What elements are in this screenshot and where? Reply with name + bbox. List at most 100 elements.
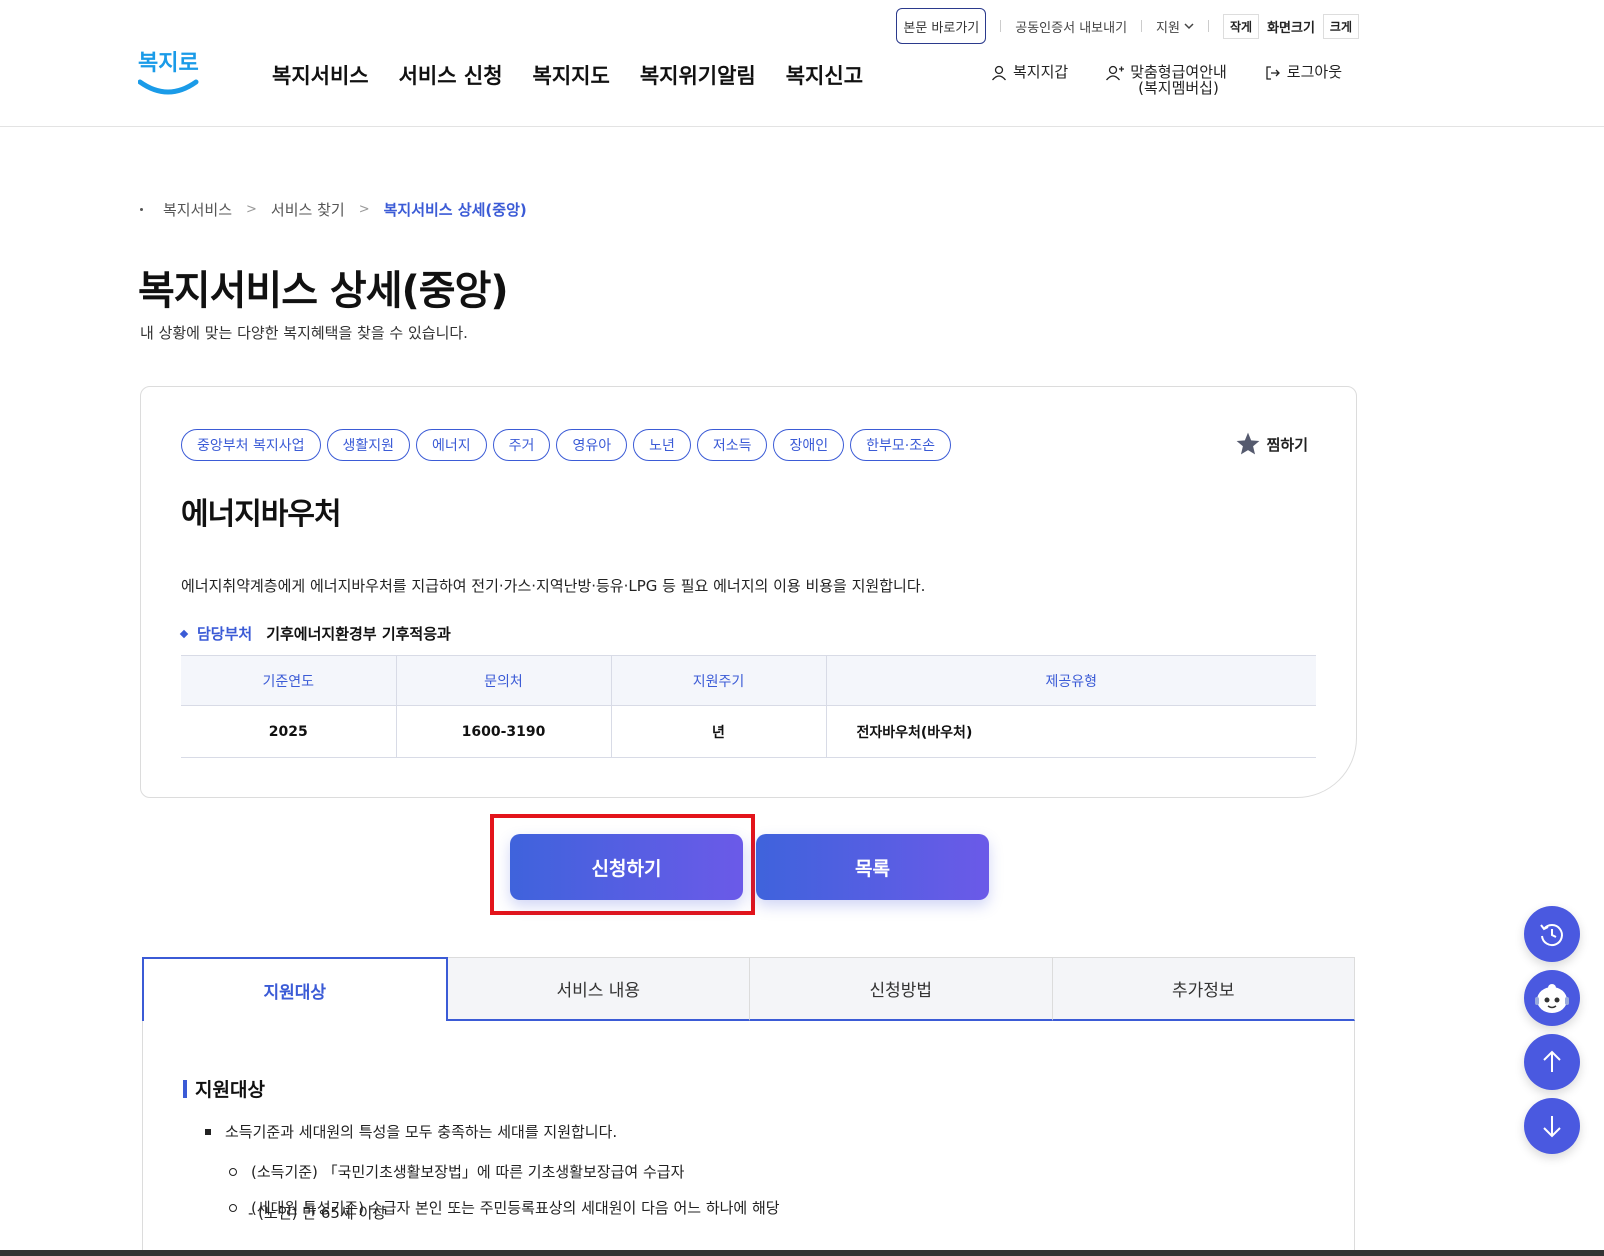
detail-tabs: 지원대상 서비스 내용 신청방법 추가정보 <box>142 957 1355 1021</box>
table-header-cell: 지원주기 <box>611 655 827 706</box>
diamond-bullet-icon <box>179 629 189 638</box>
header-divider <box>0 126 1604 127</box>
service-card: 중앙부처 복지사업 생활지원 에너지 주거 영유아 노년 저소득 장애인 한부모… <box>140 386 1357 798</box>
recent-view-button[interactable] <box>1524 906 1580 962</box>
logo-icon: 복지로 <box>137 51 199 95</box>
scroll-top-button[interactable] <box>1524 1034 1580 1090</box>
table-header-row: 기준연도 문의처 지원주기 제공유형 <box>181 655 1316 706</box>
gnb-welfare-map[interactable]: 복지지도 <box>533 60 610 90</box>
arrow-up-icon <box>1543 1050 1561 1072</box>
tag[interactable]: 장애인 <box>773 429 845 461</box>
text-size-label: 화면크기 <box>1267 20 1315 36</box>
table-row: 2025 1600-3190 년 전자바우처(바우처) <box>181 705 1316 758</box>
chevron-right-icon: > <box>246 202 257 217</box>
department-row: 담당부처 기후에너지환경부 기후적응과 <box>179 623 451 644</box>
history-icon <box>1540 924 1563 947</box>
membership-label-2: (복지멤버십) <box>1138 79 1219 97</box>
circle-bullet-icon <box>229 1203 237 1212</box>
welfare-wallet-link[interactable]: 복지지갑 <box>991 64 1068 81</box>
title-bar-icon <box>183 1079 187 1098</box>
divider <box>1000 20 1002 32</box>
tag[interactable]: 한부모·조손 <box>850 429 951 461</box>
breadcrumb-item[interactable]: 복지서비스 <box>163 199 232 220</box>
home-dot-icon <box>140 208 143 211</box>
chatbot-icon <box>1535 984 1569 1013</box>
list-item-text: (소득기준) 「국민기초생활보장법」에 따른 기초생활보장급여 수급자 <box>251 1163 685 1181</box>
tag[interactable]: 영유아 <box>556 429 628 461</box>
breadcrumb-item[interactable]: 서비스 찾기 <box>271 199 345 220</box>
department-label: 담당부처 <box>197 625 253 643</box>
svg-text:복지로: 복지로 <box>138 51 199 76</box>
section-title: 지원대상 <box>183 1075 265 1102</box>
breadcrumb: 복지서비스 > 서비스 찾기 > 복지서비스 상세(중앙) <box>140 199 527 220</box>
window-bottom-edge <box>0 1250 1604 1256</box>
text-large-button[interactable]: 크게 <box>1322 13 1359 39</box>
support-dropdown[interactable]: 지원 <box>1156 17 1194 36</box>
membership-label-1: 맞춤형급여안내 <box>1130 63 1227 81</box>
cert-export-link[interactable]: 공동인증서 내보내기 <box>1015 17 1127 36</box>
favorite-label: 찜하기 <box>1266 435 1308 454</box>
section-title-text: 지원대상 <box>195 1079 265 1101</box>
global-nav: 복지서비스 서비스 신청 복지지도 복지위기알림 복지신고 <box>272 60 863 90</box>
table-cell: 2025 <box>181 705 397 758</box>
member-menu: 복지지갑 맞춤형급여안내 (복지멤버십) 로그아웃 <box>991 64 1342 96</box>
support-label: 지원 <box>1156 20 1180 36</box>
list-item-text: 소득기준과 세대원의 특성을 모두 충족하는 세대를 지원합니다. <box>225 1123 618 1141</box>
tab-how-to-apply[interactable]: 신청방법 <box>750 957 1053 1021</box>
service-description: 에너지취약계층에게 에너지바우처를 지급하여 전기·가스·지역난방·등유·LPG… <box>181 577 926 595</box>
chatbot-button[interactable] <box>1524 970 1580 1026</box>
tag[interactable]: 생활지원 <box>326 429 411 461</box>
list-button[interactable]: 목록 <box>756 834 989 900</box>
service-name: 에너지바우처 <box>181 497 342 532</box>
list-item-detail: - (노인) 만 65세 이상 <box>248 1204 387 1222</box>
scroll-bottom-button[interactable] <box>1524 1098 1580 1154</box>
utility-bar: 본문 바로가기 공동인증서 내보내기 지원 작게 화면크기 크게 <box>896 8 1359 44</box>
tab-service-content[interactable]: 서비스 내용 <box>447 957 750 1021</box>
tab-eligibility[interactable]: 지원대상 <box>142 957 448 1021</box>
tag[interactable]: 주거 <box>492 429 551 461</box>
table-header-cell: 기준연도 <box>181 655 397 706</box>
tag[interactable]: 중앙부처 복지사업 <box>181 429 321 461</box>
star-icon <box>1236 432 1259 455</box>
gnb-welfare-service[interactable]: 복지서비스 <box>272 60 369 90</box>
user-icon <box>991 65 1006 81</box>
service-info-table: 기준연도 문의처 지원주기 제공유형 2025 1600-3190 년 전자바우… <box>181 655 1316 758</box>
page-title: 복지서비스 상세(중앙) <box>138 268 509 314</box>
gnb-welfare-report[interactable]: 복지신고 <box>786 60 863 90</box>
table-cell: 전자바우처(바우처) <box>826 705 1316 758</box>
page-subtitle: 내 상황에 맞는 다양한 복지혜택을 찾을 수 있습니다. <box>140 324 468 342</box>
chevron-right-icon: > <box>358 202 370 217</box>
user-plus-icon <box>1106 65 1125 81</box>
membership-link[interactable]: 맞춤형급여안내 (복지멤버십) <box>1106 64 1227 96</box>
gnb-crisis-alert[interactable]: 복지위기알림 <box>640 60 756 90</box>
table-header-cell: 문의처 <box>396 655 612 706</box>
divider <box>1141 20 1143 32</box>
tag[interactable]: 저소득 <box>696 429 768 461</box>
skip-to-content-link[interactable]: 본문 바로가기 <box>896 8 987 44</box>
breadcrumb-current: 복지서비스 상세(중앙) <box>383 201 527 219</box>
tag-list: 중앙부처 복지사업 생활지원 에너지 주거 영유아 노년 저소득 장애인 한부모… <box>181 429 951 461</box>
tab-additional-info[interactable]: 추가정보 <box>1052 957 1355 1021</box>
table-header-cell: 제공유형 <box>826 655 1316 706</box>
square-bullet-icon <box>205 1128 211 1135</box>
circle-bullet-icon <box>229 1167 237 1176</box>
list-item: (소득기준) 「국민기초생활보장법」에 따른 기초생활보장급여 수급자 <box>229 1161 684 1182</box>
table-cell: 1600-3190 <box>396 705 612 758</box>
logout-icon <box>1266 66 1280 80</box>
arrow-down-icon <box>1543 1116 1561 1138</box>
list-item: 소득기준과 세대원의 특성을 모두 충족하는 세대를 지원합니다. <box>205 1121 617 1142</box>
tag[interactable]: 노년 <box>633 429 691 461</box>
text-small-button[interactable]: 작게 <box>1222 13 1260 39</box>
welfare-wallet-label: 복지지갑 <box>1012 63 1069 81</box>
apply-button[interactable]: 신청하기 <box>510 834 743 900</box>
divider <box>1207 20 1209 32</box>
tag[interactable]: 에너지 <box>416 429 487 461</box>
logout-label: 로그아웃 <box>1286 63 1342 81</box>
gnb-service-apply[interactable]: 서비스 신청 <box>399 60 503 90</box>
logout-link[interactable]: 로그아웃 <box>1265 64 1342 81</box>
department-value: 기후에너지환경부 기후적응과 <box>266 625 451 643</box>
site-logo[interactable]: 복지로 <box>137 44 200 100</box>
favorite-button[interactable]: 찜하기 <box>1235 431 1308 457</box>
table-cell: 년 <box>611 705 827 758</box>
chevron-down-icon <box>1184 23 1194 30</box>
